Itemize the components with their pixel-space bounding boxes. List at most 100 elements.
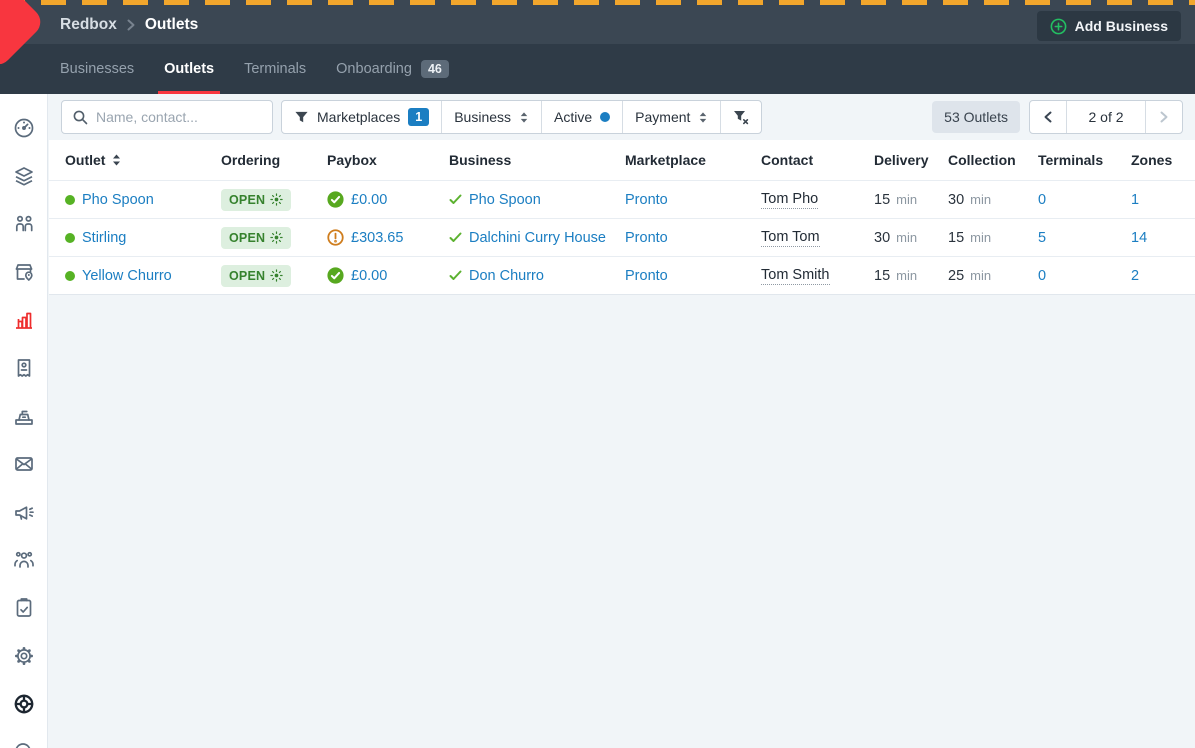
contact-name[interactable]: Tom Pho	[761, 191, 818, 209]
collection-value: 25	[948, 268, 964, 284]
terminals-link[interactable]: 5	[1038, 230, 1046, 246]
business-link[interactable]: Don Churro	[469, 268, 544, 284]
search-icon[interactable]	[12, 740, 36, 748]
marketplace-link[interactable]: Pronto	[625, 230, 668, 246]
column-header-delivery: Delivery	[858, 140, 932, 180]
column-header-ordering: Ordering	[205, 140, 311, 180]
next-page-button[interactable]	[1146, 101, 1182, 133]
payment-filter-button[interactable]: Payment	[623, 101, 721, 133]
breadcrumb-root[interactable]: Redbox	[60, 16, 117, 34]
prev-page-button[interactable]	[1030, 101, 1066, 133]
tab-businesses[interactable]: Businesses	[60, 44, 134, 94]
collection-value: 30	[948, 192, 964, 208]
search-box[interactable]	[61, 100, 273, 134]
contact-name[interactable]: Tom Smith	[761, 267, 830, 285]
mail-icon[interactable]	[12, 452, 36, 476]
active-status-dot-icon	[600, 112, 610, 122]
column-header-paybox: Paybox	[311, 140, 433, 180]
chevron-right-icon	[127, 19, 135, 31]
business-cell: Don Churro	[433, 257, 609, 294]
business-link[interactable]: Dalchini Curry House	[469, 230, 606, 246]
tab-onboarding[interactable]: Onboarding 46	[336, 44, 449, 94]
clipboard-check-icon[interactable]	[12, 596, 36, 620]
marketplaces-filter-button[interactable]: Marketplaces 1	[282, 101, 442, 133]
column-header-terminals: Terminals	[1022, 140, 1115, 180]
layers-icon[interactable]	[12, 164, 36, 188]
outlet-link[interactable]: Stirling	[82, 230, 126, 246]
add-business-button[interactable]: Add Business	[1037, 11, 1181, 41]
active-filter-button[interactable]: Active	[542, 101, 623, 133]
receipt-icon[interactable]	[12, 356, 36, 380]
collection-unit: min	[970, 268, 991, 283]
delivery-value: 30	[874, 230, 890, 246]
warning-circle-icon	[327, 229, 344, 246]
tab-terminals[interactable]: Terminals	[244, 44, 306, 94]
outlet-link[interactable]: Pho Spoon	[82, 192, 154, 208]
check-circle-icon	[327, 191, 344, 208]
terminals-link[interactable]: 0	[1038, 268, 1046, 284]
clear-filters-button[interactable]	[721, 101, 761, 133]
till-icon[interactable]	[12, 404, 36, 428]
breadcrumb: Redbox Outlets	[60, 5, 198, 44]
megaphone-icon[interactable]	[12, 500, 36, 524]
contact-cell: Tom Tom	[745, 219, 858, 256]
sun-icon	[270, 193, 283, 206]
storefront-pin-icon[interactable]	[12, 260, 36, 284]
sort-arrows-icon	[519, 111, 529, 124]
zones-link[interactable]: 2	[1131, 268, 1139, 284]
zones-link[interactable]: 14	[1131, 230, 1147, 246]
online-dot-icon	[65, 195, 75, 205]
settings-gear-icon[interactable]	[12, 644, 36, 668]
filter-bar: Marketplaces 1 Business Active Payment	[49, 94, 1195, 140]
business-filter-button[interactable]: Business	[442, 101, 542, 133]
paybox-cell: £0.00	[311, 257, 433, 294]
terminals-link[interactable]: 0	[1038, 192, 1046, 208]
column-header-outlet[interactable]: Outlet	[49, 140, 205, 180]
tab-outlets[interactable]: Outlets	[164, 44, 214, 94]
column-header-marketplace: Marketplace	[609, 140, 745, 180]
delivery-unit: min	[896, 230, 917, 245]
ordering-status-badge[interactable]: OPEN	[221, 189, 291, 211]
collection-value: 15	[948, 230, 964, 246]
outlet-link[interactable]: Yellow Churro	[82, 268, 172, 284]
search-icon	[72, 109, 88, 125]
marketplace-link[interactable]: Pronto	[625, 268, 668, 284]
add-business-label: Add Business	[1075, 18, 1168, 34]
column-header-business: Business	[433, 140, 609, 180]
paybox-link[interactable]: £0.00	[351, 268, 387, 284]
paybox-link[interactable]: £303.65	[351, 230, 403, 246]
search-input[interactable]	[96, 109, 262, 125]
chevron-right-icon	[1160, 111, 1168, 123]
paybox-cell: £0.00	[311, 181, 433, 218]
dashboard-gauge-icon[interactable]	[12, 116, 36, 140]
outlet-cell: Pho Spoon	[49, 181, 205, 218]
outlet-count-pill: 53 Outlets	[932, 101, 1020, 133]
ordering-status-badge[interactable]: OPEN	[221, 227, 291, 249]
zones-link[interactable]: 1	[1131, 192, 1139, 208]
collection-unit: min	[970, 230, 991, 245]
help-lifebuoy-icon[interactable]	[12, 692, 36, 716]
terminals-cell: 5	[1022, 219, 1115, 256]
check-icon	[449, 232, 462, 243]
marketplace-link[interactable]: Pronto	[625, 192, 668, 208]
sidebar-nav	[0, 94, 48, 748]
contact-cell: Tom Smith	[745, 257, 858, 294]
contact-name[interactable]: Tom Tom	[761, 229, 820, 247]
customers-icon[interactable]	[12, 212, 36, 236]
business-link[interactable]: Pho Spoon	[469, 192, 541, 208]
marketplace-cell: Pronto	[609, 181, 745, 218]
reports-chart-icon[interactable]	[12, 308, 36, 332]
chevron-left-icon	[1044, 111, 1052, 123]
table-row: Pho Spoon OPEN £0.00	[49, 180, 1195, 218]
sun-icon	[270, 231, 283, 244]
paybox-link[interactable]: £0.00	[351, 192, 387, 208]
zones-cell: 14	[1115, 219, 1195, 256]
collection-cell: 30 min	[932, 181, 1022, 218]
outlets-table: Outlet Ordering Paybox Business Marketpl…	[49, 140, 1195, 295]
delivery-cell: 30 min	[858, 219, 932, 256]
delivery-unit: min	[896, 192, 917, 207]
ordering-status-badge[interactable]: OPEN	[221, 265, 291, 287]
marketplace-cell: Pronto	[609, 219, 745, 256]
users-group-icon[interactable]	[12, 548, 36, 572]
zones-cell: 2	[1115, 257, 1195, 294]
